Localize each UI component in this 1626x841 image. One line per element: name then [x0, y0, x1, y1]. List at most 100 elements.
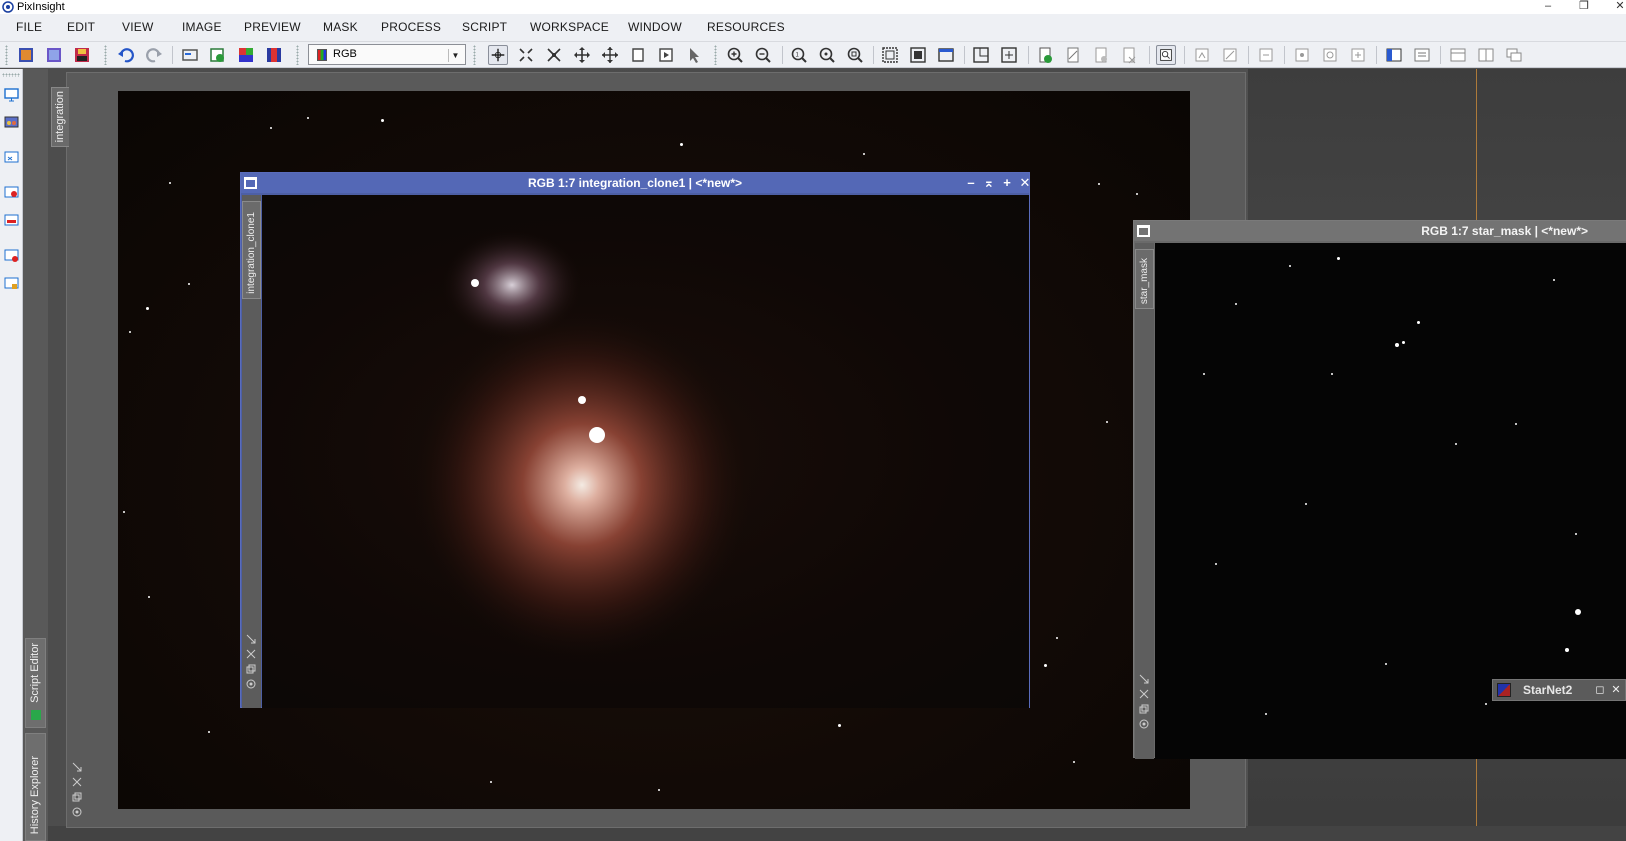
move-arrows-icon[interactable] — [572, 45, 592, 65]
open-image-icon[interactable] — [16, 45, 36, 65]
zoom-in-icon[interactable] — [725, 45, 745, 65]
image-identifier-icon[interactable] — [180, 45, 200, 65]
resize-icon[interactable] — [971, 45, 991, 65]
toolbar-grip[interactable] — [104, 45, 107, 65]
readout-mode-icon[interactable] — [1320, 45, 1340, 65]
remove-mask-icon[interactable] — [1119, 45, 1139, 65]
window-title-bar[interactable]: RGB 1:7 integration_clone1 | <*new*> — [241, 173, 1029, 193]
fit-icon[interactable] — [1138, 688, 1150, 700]
window-menu-icon[interactable] — [244, 177, 257, 189]
auto-stretch-icon[interactable] — [1220, 45, 1240, 65]
menu-workspace[interactable]: WORKSPACE — [530, 20, 609, 34]
cascade-icon[interactable] — [1504, 45, 1524, 65]
select-mask-icon[interactable] — [1063, 45, 1083, 65]
window-menu-icon[interactable] — [1137, 225, 1150, 237]
close-button[interactable]: ✕ — [1606, 0, 1626, 14]
combine-channels-icon[interactable] — [264, 45, 284, 65]
auto-fit-icon[interactable] — [908, 45, 928, 65]
close-process-icon-button[interactable]: ✕ — [1609, 683, 1623, 697]
menu-process[interactable]: PROCESS — [381, 20, 441, 34]
display-icon[interactable] — [3, 247, 20, 264]
menu-resources[interactable]: RESOURCES — [707, 20, 785, 34]
clone-icon[interactable] — [71, 791, 83, 803]
edit-preview-icon[interactable] — [656, 45, 676, 65]
target-icon[interactable] — [1138, 718, 1150, 730]
save-image-icon[interactable] — [72, 45, 92, 65]
target-icon[interactable] — [245, 678, 257, 690]
color-mode-select[interactable]: RGB ▼ — [308, 44, 466, 65]
toolbar-grip[interactable] — [473, 45, 476, 65]
chevron-down-icon[interactable]: ▼ — [448, 49, 462, 62]
zoom-optimal-icon[interactable] — [845, 45, 865, 65]
show-mask-icon[interactable] — [1156, 45, 1176, 65]
image-window-integration-clone1[interactable]: RGB 1:7 integration_clone1 | <*new*> – ⌅… — [240, 172, 1030, 708]
window-title-bar[interactable]: RGB 1:7 star_mask | <*new*> — [1134, 221, 1626, 241]
link-stf-icon[interactable] — [1256, 45, 1276, 65]
pointer-icon[interactable] — [684, 45, 704, 65]
menu-file[interactable]: FILE — [16, 20, 42, 34]
strip-grip[interactable] — [2, 73, 20, 77]
undo-icon[interactable] — [116, 45, 136, 65]
clone-icon[interactable] — [1138, 703, 1150, 715]
minimize-window-button[interactable]: – — [963, 175, 979, 191]
view-tab-integration[interactable]: integration — [51, 87, 69, 147]
menu-script[interactable]: SCRIPT — [462, 20, 507, 34]
zoom-fit-icon[interactable] — [817, 45, 837, 65]
pan-mode-icon[interactable] — [488, 45, 508, 65]
zoom-out-icon[interactable] — [753, 45, 773, 65]
readout-icon[interactable] — [1292, 45, 1312, 65]
close-window-button[interactable]: ✕ — [1017, 175, 1033, 191]
new-preview-icon[interactable] — [628, 45, 648, 65]
fit-icon[interactable] — [245, 648, 257, 660]
workspace-explorer-icon[interactable] — [1384, 45, 1404, 65]
preview-icon[interactable] — [3, 149, 20, 166]
menu-window[interactable]: WINDOW — [628, 20, 682, 34]
toolbar-grip[interactable] — [296, 45, 299, 65]
workspace-icon[interactable] — [3, 114, 20, 131]
duplicate-image-icon[interactable] — [208, 45, 228, 65]
redo-icon[interactable] — [144, 45, 164, 65]
view-tab-integration-clone1[interactable]: integration_clone1 — [242, 201, 261, 299]
readout-options-icon[interactable] — [1348, 45, 1368, 65]
layout-icon[interactable] — [1448, 45, 1468, 65]
shrink-icon[interactable] — [245, 633, 257, 645]
restore-button[interactable]: ❐ — [1570, 0, 1598, 14]
maximize-window-button[interactable]: + — [999, 175, 1015, 191]
process-icon-starnet2[interactable]: StarNet2 ◻ ✕ — [1492, 679, 1626, 701]
tab-script-editor[interactable]: Script Editor — [25, 638, 46, 728]
new-image-icon[interactable] — [44, 45, 64, 65]
restore-process-icon-button[interactable]: ◻ — [1593, 683, 1607, 697]
menu-image[interactable]: IMAGE — [182, 20, 222, 34]
stf-icon[interactable] — [1192, 45, 1212, 65]
pixel-icon[interactable] — [3, 275, 20, 292]
view-tab-star-mask[interactable]: star_mask — [1135, 249, 1154, 309]
menu-view[interactable]: VIEW — [122, 20, 153, 34]
shade-window-button[interactable]: ⌅ — [981, 175, 997, 191]
image-window-star-mask[interactable]: RGB 1:7 star_mask | <*new*> star_mask — [1133, 220, 1626, 759]
extract-channels-icon[interactable] — [236, 45, 256, 65]
toolbar-grip[interactable] — [714, 45, 717, 65]
fit-window-icon[interactable] — [880, 45, 900, 65]
menu-mask[interactable]: MASK — [323, 20, 358, 34]
tile-icon[interactable] — [1476, 45, 1496, 65]
layers-icon[interactable] — [3, 212, 20, 229]
target-icon[interactable] — [71, 806, 83, 818]
menu-preview[interactable]: PREVIEW — [244, 20, 301, 34]
new-mask-icon[interactable] — [1035, 45, 1055, 65]
clone-icon[interactable] — [245, 663, 257, 675]
tab-history-explorer[interactable]: History Explorer — [25, 733, 46, 841]
enable-mask-icon[interactable] — [1091, 45, 1111, 65]
integration-clone1-image[interactable] — [262, 195, 1029, 708]
monitor-icon[interactable] — [3, 86, 20, 103]
window-fit-icon[interactable] — [936, 45, 956, 65]
fit-view-icon[interactable] — [544, 45, 564, 65]
zoom-to-fit-icon[interactable] — [516, 45, 536, 65]
center-view-icon[interactable] — [600, 45, 620, 65]
menu-edit[interactable]: EDIT — [67, 20, 95, 34]
expand-view-icon[interactable] — [999, 45, 1019, 65]
shrink-icon[interactable] — [1138, 673, 1150, 685]
fit-icon[interactable] — [71, 776, 83, 788]
red-mask-icon[interactable] — [3, 184, 20, 201]
zoom-1-1-icon[interactable]: 1 — [789, 45, 809, 65]
shrink-icon[interactable] — [71, 761, 83, 773]
